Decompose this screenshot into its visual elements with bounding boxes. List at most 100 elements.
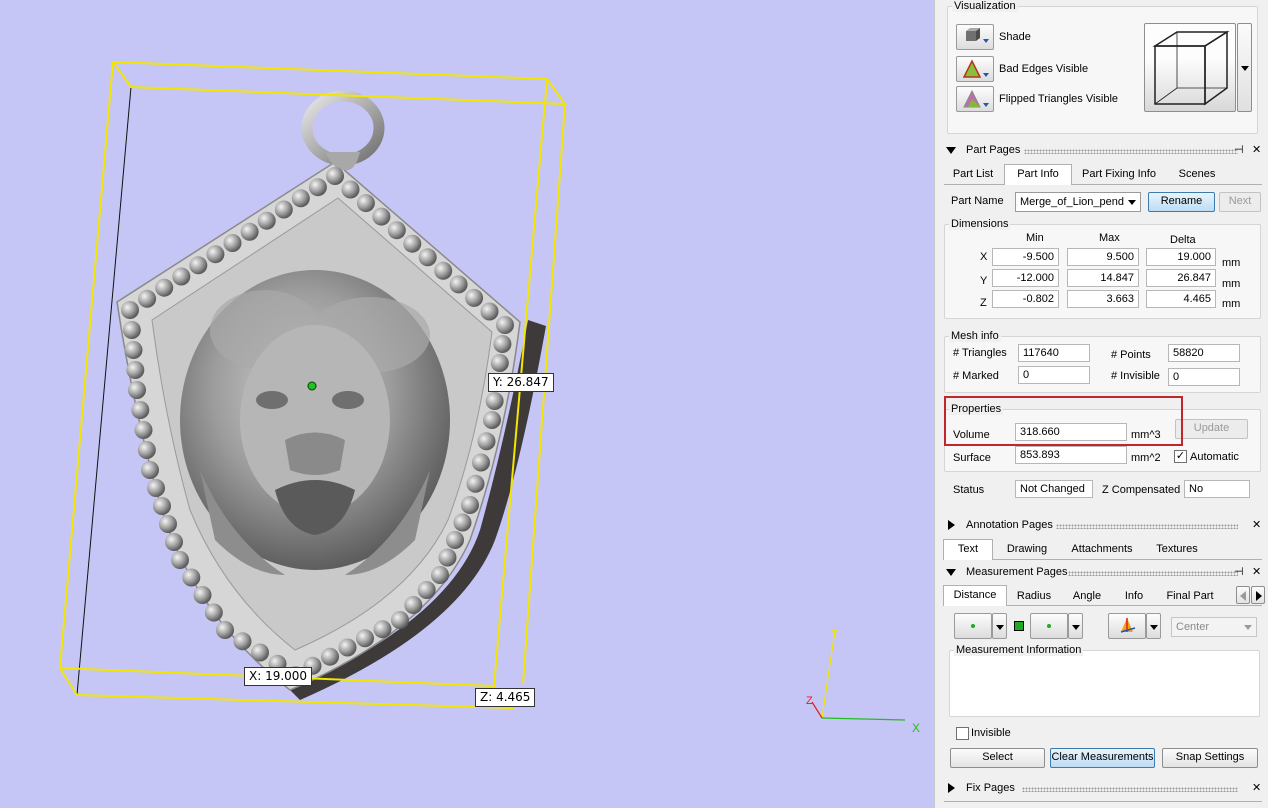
shade-button[interactable] — [956, 24, 994, 50]
status-label: Status — [953, 484, 985, 496]
tab-part-list[interactable]: Part List — [947, 165, 999, 185]
invisible-checkbox[interactable] — [956, 727, 969, 740]
chevron-down-icon — [1150, 625, 1158, 630]
bad-edges-button[interactable] — [956, 56, 994, 82]
dim-x-delta[interactable]: 19.000 — [1146, 248, 1216, 266]
bead — [356, 629, 374, 648]
snap-settings-button[interactable]: Snap Settings — [1162, 748, 1258, 768]
bead — [356, 194, 375, 213]
measurement-info-box — [949, 650, 1260, 717]
bead — [206, 245, 225, 264]
bead — [122, 321, 141, 339]
pin-icon[interactable]: ⊣ — [1234, 565, 1244, 578]
close-icon[interactable]: ✕ — [1252, 781, 1261, 794]
close-icon[interactable]: ✕ — [1252, 143, 1261, 156]
dim-header-delta: Delta — [1170, 234, 1196, 246]
grip-dots — [1056, 524, 1238, 529]
axis-label-y: Y — [831, 628, 839, 640]
status-value[interactable]: Not Changed — [1015, 480, 1093, 498]
bead — [165, 533, 183, 551]
xyz-axis-button[interactable] — [1108, 613, 1146, 639]
dim-y-max[interactable]: 14.847 — [1067, 269, 1139, 287]
bead — [128, 381, 146, 399]
bead — [216, 621, 234, 639]
expand-icon — [948, 783, 955, 793]
tab-scroll-right[interactable] — [1251, 586, 1265, 604]
measurement-pages-header[interactable]: Measurement Pages ⊣ ✕ — [938, 563, 1268, 583]
dim-z-max[interactable]: 3.663 — [1067, 290, 1139, 308]
dim-x-max[interactable]: 9.500 — [1067, 248, 1139, 266]
next-button[interactable]: Next — [1219, 192, 1261, 212]
bead — [171, 551, 189, 569]
select-button[interactable]: Select — [950, 748, 1045, 768]
part-name-select[interactable]: Merge_of_Lion_pend — [1015, 192, 1141, 212]
invisible-count-value[interactable]: 0 — [1168, 368, 1240, 386]
point-pick-dropdown-2[interactable] — [1068, 613, 1083, 639]
dim-y-min[interactable]: -12.000 — [992, 269, 1059, 287]
dim-z-min[interactable]: -0.802 — [992, 290, 1059, 308]
xyz-axis-dropdown[interactable] — [1146, 613, 1161, 639]
highlight-box — [944, 396, 1183, 446]
center-select[interactable]: Center — [1171, 617, 1257, 637]
bead — [485, 392, 504, 410]
part-pages-header[interactable]: Part Pages ⊣ ✕ — [938, 141, 1268, 161]
bead — [326, 167, 344, 185]
bead — [483, 411, 501, 429]
tab-radius[interactable]: Radius — [1014, 587, 1054, 607]
tab-final-part[interactable]: Final Part — [1164, 587, 1216, 607]
surface-value[interactable]: 853.893 — [1015, 446, 1127, 464]
bead — [403, 234, 422, 253]
tab-part-fixing-info[interactable]: Part Fixing Info — [1078, 165, 1160, 185]
center-select-value: Center — [1176, 621, 1210, 633]
dim-y-delta[interactable]: 26.847 — [1146, 269, 1216, 287]
close-icon[interactable]: ✕ — [1252, 565, 1261, 578]
automatic-checkbox[interactable]: ✓ — [1174, 450, 1187, 463]
tab-part-info[interactable]: Part Info — [1004, 164, 1072, 185]
z-compensated-value[interactable]: No — [1184, 480, 1250, 498]
pivot-point — [307, 381, 317, 391]
close-icon[interactable]: ✕ — [1252, 518, 1261, 531]
dim-row-axis: X — [980, 251, 988, 263]
view-cube-dropdown[interactable] — [1237, 23, 1252, 112]
flipped-triangles-button[interactable] — [956, 86, 994, 112]
dim-unit: mm — [1222, 278, 1241, 290]
scene-canvas[interactable] — [0, 0, 934, 808]
tab-scenes[interactable]: Scenes — [1176, 165, 1218, 185]
part-name-value: Merge_of_Lion_pend — [1020, 196, 1124, 208]
dim-z-delta[interactable]: 4.465 — [1146, 290, 1216, 308]
fix-pages-title: Fix Pages — [966, 782, 1015, 794]
dim-x-min[interactable]: -9.500 — [992, 248, 1059, 266]
tab-drawing[interactable]: Drawing — [1003, 540, 1051, 560]
bead — [373, 620, 392, 639]
update-button[interactable]: Update — [1175, 419, 1248, 439]
3d-viewport[interactable]: X: 19.000 Y: 26.847 Z: 4.465 Y X Z — [0, 0, 934, 808]
point-pick-button-1[interactable] — [954, 613, 992, 639]
bead — [477, 432, 496, 451]
view-cube-button[interactable] — [1144, 23, 1236, 112]
bead — [153, 497, 171, 515]
triangles-value[interactable]: 117640 — [1018, 344, 1090, 362]
rename-button[interactable]: Rename — [1148, 192, 1215, 212]
fix-pages-header[interactable]: Fix Pages ✕ — [938, 779, 1268, 799]
bead — [291, 189, 310, 208]
tab-info[interactable]: Info — [1121, 587, 1147, 607]
pin-icon[interactable]: ⊣ — [1234, 143, 1244, 156]
tab-text[interactable]: Text — [943, 539, 993, 560]
point-pick-dropdown-1[interactable] — [992, 613, 1007, 639]
annotation-pages-header[interactable]: Annotation Pages ✕ — [938, 516, 1268, 536]
marked-value[interactable]: 0 — [1018, 366, 1090, 384]
bead — [417, 581, 436, 599]
point-pick-button-2[interactable] — [1030, 613, 1068, 639]
bead — [172, 267, 191, 286]
tab-distance[interactable]: Distance — [943, 585, 1007, 606]
annotation-pages-title: Annotation Pages — [966, 519, 1053, 531]
tab-textures[interactable]: Textures — [1152, 540, 1202, 560]
points-value[interactable]: 58820 — [1168, 344, 1240, 362]
bead — [438, 548, 457, 567]
tab-attachments[interactable]: Attachments — [1068, 540, 1136, 560]
tab-scroll-left[interactable] — [1236, 586, 1250, 604]
dimension-label-x: X: 19.000 — [244, 667, 313, 686]
bead — [141, 461, 159, 479]
clear-measurements-button[interactable]: Clear Measurements — [1050, 748, 1155, 768]
tab-angle[interactable]: Angle — [1069, 587, 1105, 607]
